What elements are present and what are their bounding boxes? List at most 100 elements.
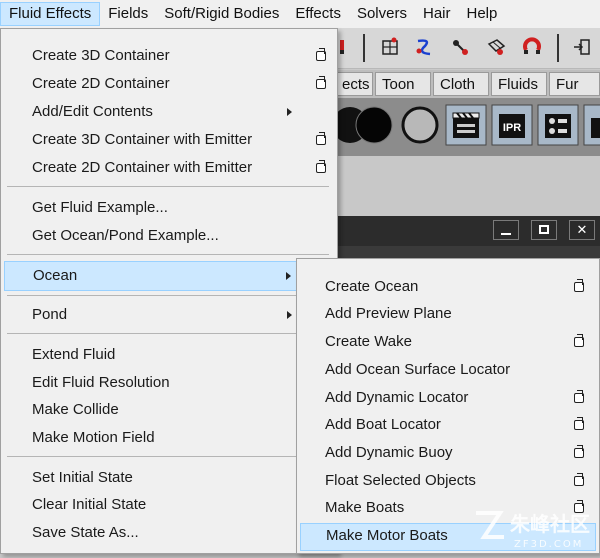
black-sphere-icon[interactable] [353, 104, 395, 146]
menu-item-label: Add Boat Locator [325, 416, 441, 433]
watermark-subtext: ZF3D.COM [514, 539, 583, 550]
option-box-icon[interactable] [574, 279, 584, 292]
menu-item-set-initial-state[interactable]: Set Initial State [4, 465, 334, 491]
tab-toon[interactable]: Toon [375, 72, 431, 96]
menu-item-label: Make Collide [32, 401, 119, 418]
menu-soft-rigid-bodies[interactable]: Soft/Rigid Bodies [156, 2, 287, 26]
svg-text:IPR: IPR [503, 122, 521, 134]
snap-view-plane-icon[interactable] [485, 36, 507, 58]
menu-item-add-boat-locator[interactable]: Add Boat Locator [300, 412, 596, 438]
menu-item-label: Pond [32, 306, 68, 323]
option-box-icon[interactable] [316, 48, 326, 61]
option-box-icon[interactable] [316, 132, 326, 145]
menu-item-make-motion-field[interactable]: Make Motion Field [4, 425, 334, 451]
menu-item-add-preview-plane[interactable]: Add Preview Plane [300, 301, 596, 327]
option-box-icon[interactable] [574, 473, 584, 486]
menu-item-create-ocean[interactable]: Create Ocean [300, 274, 596, 300]
menu-item-label: Create Wake [325, 333, 412, 350]
submenu-arrow-icon [286, 272, 291, 280]
clapper-icon[interactable] [445, 104, 487, 146]
tab-fluids[interactable]: Fluids [491, 72, 547, 96]
magnet-icon[interactable] [337, 36, 359, 58]
menu-effects[interactable]: Effects [287, 2, 349, 26]
maximize-icon[interactable] [531, 220, 557, 240]
status-line-toolbar [335, 28, 600, 69]
menu-fields[interactable]: Fields [100, 2, 156, 26]
menu-item-label: Make Boats [325, 499, 405, 516]
menu-item-label: Add Ocean Surface Locator [325, 361, 511, 378]
menu-item-label: Create 2D Container [32, 75, 170, 92]
menu-item-pond[interactable]: Pond [4, 302, 334, 328]
menu-item-label: Add Dynamic Buoy [325, 444, 453, 461]
submenu-arrow-icon [287, 108, 292, 116]
menu-item-create-2d-container[interactable]: Create 2D Container [4, 71, 334, 97]
menu-item-get-fluid-example[interactable]: Get Fluid Example... [4, 195, 334, 221]
snap-live-icon[interactable] [521, 36, 543, 58]
menu-item-label: Edit Fluid Resolution [32, 374, 170, 391]
menu-item-label: Clear Initial State [32, 496, 147, 513]
menu-item-create-2d-container-with-emitter[interactable]: Create 2D Container with Emitter [4, 155, 334, 181]
option-box-icon[interactable] [574, 417, 584, 430]
option-box-icon[interactable] [316, 160, 326, 173]
menu-item-label: Create Ocean [325, 278, 419, 295]
menu-item-label: Add/Edit Contents [32, 103, 153, 120]
menu-separator [7, 254, 329, 255]
window-titlebar: ✕ [335, 216, 600, 246]
menu-item-add-dynamic-buoy[interactable]: Add Dynamic Buoy [300, 440, 596, 466]
menu-item-make-collide[interactable]: Make Collide [4, 397, 334, 423]
close-icon[interactable]: ✕ [569, 220, 595, 240]
tab-cloth[interactable]: Cloth [433, 72, 489, 96]
menu-item-edit-fluid-resolution[interactable]: Edit Fluid Resolution [4, 370, 334, 396]
menu-item-extend-fluid[interactable]: Extend Fluid [4, 342, 334, 368]
menu-item-clear-initial-state[interactable]: Clear Initial State [4, 492, 334, 518]
input-output-icon[interactable] [571, 36, 593, 58]
snap-curve-icon[interactable] [413, 36, 435, 58]
menu-item-label: Float Selected Objects [325, 472, 476, 489]
gray-sphere-icon[interactable] [399, 104, 441, 146]
menu-item-ocean[interactable]: Ocean [4, 261, 334, 291]
option-box-icon[interactable] [316, 76, 326, 89]
watermark-logo: 朱峰社区 ZF3D.COM [470, 505, 600, 554]
menu-item-add-dynamic-locator[interactable]: Add Dynamic Locator [300, 385, 596, 411]
menu-item-add-ocean-surface-locator[interactable]: Add Ocean Surface Locator [300, 357, 596, 383]
minimize-icon[interactable] [493, 220, 519, 240]
menu-item-label: Save State As... [32, 524, 139, 541]
option-box-icon[interactable] [574, 445, 584, 458]
ipr-render-icon[interactable]: IPR [491, 104, 533, 146]
menu-item-add-edit-contents[interactable]: Add/Edit Contents [4, 99, 334, 125]
tab-fur[interactable]: Fur [549, 72, 600, 96]
menu-item-create-3d-container-with-emitter[interactable]: Create 3D Container with Emitter [4, 127, 334, 153]
menu-item-label: Make Motion Field [32, 429, 155, 446]
menu-item-create-wake[interactable]: Create Wake [300, 329, 596, 355]
option-box-icon[interactable] [574, 334, 584, 347]
menu-separator [7, 333, 329, 334]
menu-item-label: Create 3D Container [32, 47, 170, 64]
menu-item-label: Make Motor Boats [326, 527, 448, 544]
menu-item-label: Ocean [33, 267, 78, 284]
snap-grid-icon[interactable] [379, 36, 401, 58]
tab-effects[interactable]: ects [335, 72, 373, 96]
menu-item-get-ocean-pond-example[interactable]: Get Ocean/Pond Example... [4, 223, 334, 249]
menu-item-save-state-as[interactable]: Save State As... [4, 520, 334, 546]
menu-item-label: Set Initial State [32, 469, 133, 486]
menu-item-label: Add Dynamic Locator [325, 389, 469, 406]
menu-hair[interactable]: Hair [415, 2, 459, 26]
menu-item-label: Extend Fluid [32, 346, 116, 363]
watermark-z-icon: 朱峰社区 ZF3D.COM [476, 511, 590, 550]
snap-point-icon[interactable] [449, 36, 471, 58]
clapper-icon-2[interactable] [583, 104, 600, 146]
menu-solvers[interactable]: Solvers [349, 2, 415, 26]
shelf-tabs: ects Toon Cloth Fluids Fur [335, 70, 600, 98]
menu-separator [7, 186, 329, 187]
menu-separator [7, 295, 329, 296]
shelf: IPR [332, 98, 600, 156]
menu-help[interactable]: Help [459, 2, 506, 26]
menu-item-float-selected-objects[interactable]: Float Selected Objects [300, 468, 596, 494]
menu-fluid-effects[interactable]: Fluid Effects [0, 2, 101, 26]
menu-item-label: Create 3D Container with Emitter [32, 131, 253, 148]
menu-item-label: Add Preview Plane [325, 305, 452, 322]
option-box-icon[interactable] [574, 390, 584, 403]
render-settings-icon[interactable] [537, 104, 579, 146]
panel-area [335, 156, 600, 216]
menu-item-create-3d-container[interactable]: Create 3D Container [4, 43, 334, 69]
